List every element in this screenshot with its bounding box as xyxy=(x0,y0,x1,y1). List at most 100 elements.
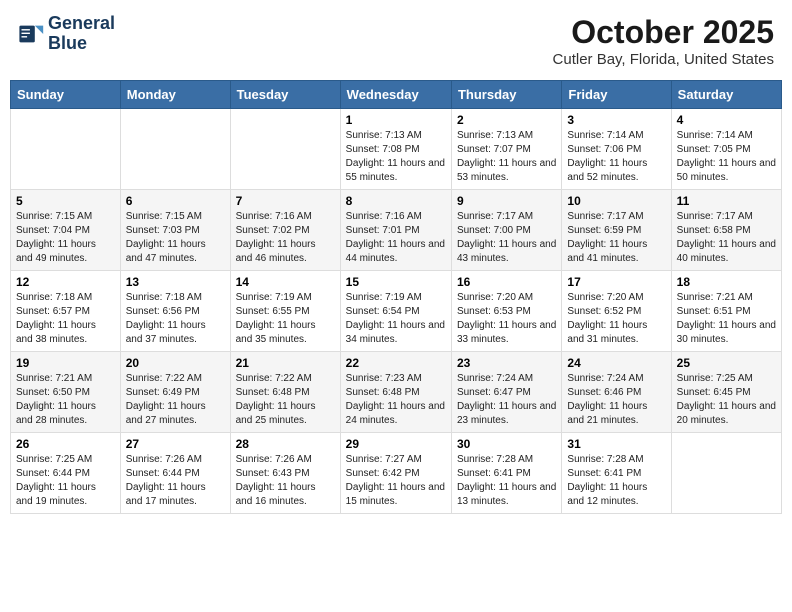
day-info: Sunrise: 7:24 AM Sunset: 6:47 PM Dayligh… xyxy=(457,372,556,428)
weekday-header-saturday: Saturday xyxy=(671,81,781,109)
weekday-header-tuesday: Tuesday xyxy=(230,81,340,109)
calendar-cell: 7Sunrise: 7:16 AM Sunset: 7:02 PM Daylig… xyxy=(230,190,340,271)
day-number: 30 xyxy=(457,437,556,451)
calendar-cell: 11 Sunrise: 7:17 AM Sunset: 6:58 PM Dayli… xyxy=(671,190,781,271)
day-number: 17 xyxy=(567,275,665,289)
day-number: 23 xyxy=(457,356,556,370)
day-number: 11 xyxy=(677,194,776,208)
day-info: Sunrise: 7:13 AM Sunset: 7:08 PM Dayligh… xyxy=(346,129,446,185)
day-info: Sunrise: 7:16 AM Sunset: 7:01 PM Dayligh… xyxy=(346,210,446,266)
day-number: 7 xyxy=(236,194,335,208)
day-info: Sunrise: 7:25 AM Sunset: 6:44 PM Dayligh… xyxy=(16,453,115,509)
title-block: October 2025 Cutler Bay, Florida, United… xyxy=(553,14,774,68)
calendar-cell: 12Sunrise: 7:18 AM Sunset: 6:57 PM Dayli… xyxy=(11,271,121,352)
calendar-cell: 21 Sunrise: 7:22 AM Sunset: 6:48 PM Dayli… xyxy=(230,352,340,433)
calendar-cell: 25 Sunrise: 7:25 AM Sunset: 6:45 PM Dayli… xyxy=(671,352,781,433)
calendar-cell: 5 Sunrise: 7:15 AM Sunset: 7:04 PM Daylig… xyxy=(11,190,121,271)
day-number: 8 xyxy=(346,194,446,208)
day-info: Sunrise: 7:23 AM Sunset: 6:48 PM Dayligh… xyxy=(346,372,446,428)
calendar-cell xyxy=(671,433,781,514)
day-info: Sunrise: 7:15 AM Sunset: 7:04 PM Dayligh… xyxy=(16,210,115,266)
page-header: General Blue October 2025 Cutler Bay, Fl… xyxy=(10,10,782,72)
calendar-cell: 31Sunrise: 7:28 AM Sunset: 6:41 PM Dayli… xyxy=(562,433,671,514)
day-info: Sunrise: 7:13 AM Sunset: 7:07 PM Dayligh… xyxy=(457,129,556,185)
day-info: Sunrise: 7:27 AM Sunset: 6:42 PM Dayligh… xyxy=(346,453,446,509)
calendar-cell: 18 Sunrise: 7:21 AM Sunset: 6:51 PM Dayli… xyxy=(671,271,781,352)
calendar-cell: 1 Sunrise: 7:13 AM Sunset: 7:08 PM Daylig… xyxy=(340,109,451,190)
calendar-cell: 14 Sunrise: 7:19 AM Sunset: 6:55 PM Dayli… xyxy=(230,271,340,352)
logo-icon xyxy=(18,20,46,48)
day-number: 1 xyxy=(346,113,446,127)
day-info: Sunrise: 7:15 AM Sunset: 7:03 PM Dayligh… xyxy=(126,210,225,266)
calendar-cell xyxy=(11,109,121,190)
logo: General Blue xyxy=(18,14,115,54)
calendar-cell: 3Sunrise: 7:14 AM Sunset: 7:06 PM Daylig… xyxy=(562,109,671,190)
day-info: Sunrise: 7:17 AM Sunset: 7:00 PM Dayligh… xyxy=(457,210,556,266)
day-number: 28 xyxy=(236,437,335,451)
calendar-cell: 17 Sunrise: 7:20 AM Sunset: 6:52 PM Dayli… xyxy=(562,271,671,352)
month-title: October 2025 xyxy=(553,14,774,51)
calendar-cell: 30 Sunrise: 7:28 AM Sunset: 6:41 PM Dayli… xyxy=(451,433,561,514)
day-number: 26 xyxy=(16,437,115,451)
day-info: Sunrise: 7:22 AM Sunset: 6:48 PM Dayligh… xyxy=(236,372,335,428)
day-number: 9 xyxy=(457,194,556,208)
day-info: Sunrise: 7:17 AM Sunset: 6:58 PM Dayligh… xyxy=(677,210,776,266)
weekday-header-sunday: Sunday xyxy=(11,81,121,109)
calendar-week-row: 26 Sunrise: 7:25 AM Sunset: 6:44 PM Dayli… xyxy=(11,433,782,514)
logo-line1: General xyxy=(48,14,115,34)
calendar-week-row: 5 Sunrise: 7:15 AM Sunset: 7:04 PM Daylig… xyxy=(11,190,782,271)
day-number: 31 xyxy=(567,437,665,451)
day-info: Sunrise: 7:22 AM Sunset: 6:49 PM Dayligh… xyxy=(126,372,225,428)
day-info: Sunrise: 7:14 AM Sunset: 7:05 PM Dayligh… xyxy=(677,129,776,185)
calendar-cell: 8 Sunrise: 7:16 AM Sunset: 7:01 PM Daylig… xyxy=(340,190,451,271)
day-number: 5 xyxy=(16,194,115,208)
day-number: 21 xyxy=(236,356,335,370)
calendar-cell: 20Sunrise: 7:22 AM Sunset: 6:49 PM Dayli… xyxy=(120,352,230,433)
day-info: Sunrise: 7:19 AM Sunset: 6:55 PM Dayligh… xyxy=(236,291,335,347)
day-info: Sunrise: 7:17 AM Sunset: 6:59 PM Dayligh… xyxy=(567,210,665,266)
day-info: Sunrise: 7:20 AM Sunset: 6:53 PM Dayligh… xyxy=(457,291,556,347)
day-number: 6 xyxy=(126,194,225,208)
day-number: 24 xyxy=(567,356,665,370)
calendar-week-row: 19Sunrise: 7:21 AM Sunset: 6:50 PM Dayli… xyxy=(11,352,782,433)
calendar-cell: 6 Sunrise: 7:15 AM Sunset: 7:03 PM Daylig… xyxy=(120,190,230,271)
day-number: 2 xyxy=(457,113,556,127)
day-number: 16 xyxy=(457,275,556,289)
day-info: Sunrise: 7:26 AM Sunset: 6:43 PM Dayligh… xyxy=(236,453,335,509)
calendar-week-row: 1 Sunrise: 7:13 AM Sunset: 7:08 PM Daylig… xyxy=(11,109,782,190)
day-number: 29 xyxy=(346,437,446,451)
calendar-week-row: 12Sunrise: 7:18 AM Sunset: 6:57 PM Dayli… xyxy=(11,271,782,352)
day-number: 14 xyxy=(236,275,335,289)
day-number: 10 xyxy=(567,194,665,208)
calendar-cell: 27 Sunrise: 7:26 AM Sunset: 6:44 PM Dayli… xyxy=(120,433,230,514)
calendar-cell: 16 Sunrise: 7:20 AM Sunset: 6:53 PM Dayli… xyxy=(451,271,561,352)
calendar-cell xyxy=(120,109,230,190)
day-info: Sunrise: 7:21 AM Sunset: 6:51 PM Dayligh… xyxy=(677,291,776,347)
calendar-cell: 24 Sunrise: 7:24 AM Sunset: 6:46 PM Dayli… xyxy=(562,352,671,433)
day-info: Sunrise: 7:25 AM Sunset: 6:45 PM Dayligh… xyxy=(677,372,776,428)
day-number: 27 xyxy=(126,437,225,451)
location: Cutler Bay, Florida, United States xyxy=(553,51,774,68)
day-info: Sunrise: 7:26 AM Sunset: 6:44 PM Dayligh… xyxy=(126,453,225,509)
calendar-cell: 23 Sunrise: 7:24 AM Sunset: 6:47 PM Dayli… xyxy=(451,352,561,433)
calendar-cell xyxy=(230,109,340,190)
day-info: Sunrise: 7:20 AM Sunset: 6:52 PM Dayligh… xyxy=(567,291,665,347)
day-number: 22 xyxy=(346,356,446,370)
day-number: 25 xyxy=(677,356,776,370)
weekday-header-wednesday: Wednesday xyxy=(340,81,451,109)
day-number: 12 xyxy=(16,275,115,289)
day-number: 18 xyxy=(677,275,776,289)
weekday-header-thursday: Thursday xyxy=(451,81,561,109)
calendar-cell: 13 Sunrise: 7:18 AM Sunset: 6:56 PM Dayli… xyxy=(120,271,230,352)
calendar-cell: 15Sunrise: 7:19 AM Sunset: 6:54 PM Dayli… xyxy=(340,271,451,352)
day-number: 15 xyxy=(346,275,446,289)
weekday-header-friday: Friday xyxy=(562,81,671,109)
day-info: Sunrise: 7:14 AM Sunset: 7:06 PM Dayligh… xyxy=(567,129,665,185)
weekday-header-monday: Monday xyxy=(120,81,230,109)
calendar-cell: 26 Sunrise: 7:25 AM Sunset: 6:44 PM Dayli… xyxy=(11,433,121,514)
day-number: 13 xyxy=(126,275,225,289)
day-info: Sunrise: 7:28 AM Sunset: 6:41 PM Dayligh… xyxy=(457,453,556,509)
day-info: Sunrise: 7:18 AM Sunset: 6:56 PM Dayligh… xyxy=(126,291,225,347)
day-info: Sunrise: 7:24 AM Sunset: 6:46 PM Dayligh… xyxy=(567,372,665,428)
calendar-cell: 28 Sunrise: 7:26 AM Sunset: 6:43 PM Dayli… xyxy=(230,433,340,514)
